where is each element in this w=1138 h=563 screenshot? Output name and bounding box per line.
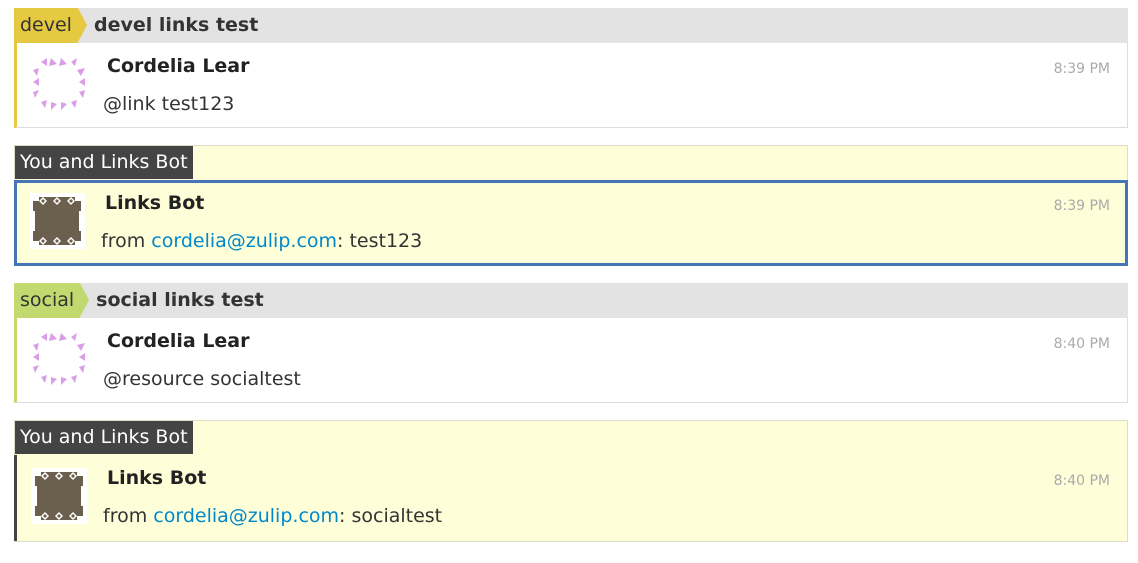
email-link[interactable]: cordelia@zulip.com	[153, 505, 339, 527]
content-suffix: : socialtest	[339, 505, 443, 527]
pm-recipients-label[interactable]: You and Links Bot	[15, 146, 193, 179]
recipient-block-private: You and Links Bot Links Bot from cordeli…	[14, 145, 1128, 266]
message-time[interactable]: 8:40 PM	[1054, 473, 1110, 489]
pm-header: You and Links Bot	[15, 421, 1127, 455]
content-prefix: from	[101, 230, 152, 252]
email-link[interactable]: cordelia@zulip.com	[151, 230, 337, 252]
message-row-selected[interactable]: Links Bot from cordelia@zulip.com: test1…	[14, 180, 1128, 266]
recipient-block-private: You and Links Bot Links Bot from cordeli…	[14, 420, 1128, 542]
stream-header: social social links test	[14, 283, 1128, 318]
message-time[interactable]: 8:39 PM	[1054, 198, 1110, 214]
topic-label[interactable]: social links test	[96, 283, 264, 318]
links-bot-avatar-icon[interactable]	[29, 193, 85, 249]
message-content: @link test123	[103, 93, 235, 115]
stream-header: devel devel links test	[14, 8, 1128, 43]
stream-name-label[interactable]: social	[14, 283, 90, 318]
sender-name[interactable]: Links Bot	[107, 467, 206, 489]
message-feed: devel devel links test Cordelia Lear @li…	[14, 8, 1128, 559]
content-suffix: : test123	[337, 230, 423, 252]
topic-label[interactable]: devel links test	[94, 8, 258, 43]
message-content: from cordelia@zulip.com: test123	[101, 230, 422, 252]
links-bot-avatar-icon[interactable]	[31, 468, 87, 524]
message-content: from cordelia@zulip.com: socialtest	[103, 505, 442, 527]
message-row[interactable]: Cordelia Lear @resource socialtest 8:40 …	[14, 318, 1128, 403]
pm-header: You and Links Bot	[15, 146, 1127, 180]
message-row[interactable]: Links Bot from cordelia@zulip.com: socia…	[14, 455, 1127, 541]
content-prefix: from	[103, 505, 154, 527]
recipient-block-social: social social links test Cordelia Lear @…	[14, 283, 1128, 403]
recipient-block-devel: devel devel links test Cordelia Lear @li…	[14, 8, 1128, 128]
cordelia-avatar-icon[interactable]	[31, 56, 87, 112]
message-row[interactable]: Cordelia Lear @link test123 8:39 PM	[14, 43, 1128, 128]
stream-name-label[interactable]: devel	[14, 8, 87, 43]
message-content: @resource socialtest	[103, 368, 301, 390]
message-time[interactable]: 8:40 PM	[1054, 336, 1110, 352]
cordelia-avatar-icon[interactable]	[31, 331, 87, 387]
message-time[interactable]: 8:39 PM	[1054, 61, 1110, 77]
sender-name[interactable]: Links Bot	[105, 192, 204, 214]
sender-name[interactable]: Cordelia Lear	[107, 330, 250, 352]
pm-recipients-label[interactable]: You and Links Bot	[15, 421, 193, 454]
sender-name[interactable]: Cordelia Lear	[107, 55, 250, 77]
